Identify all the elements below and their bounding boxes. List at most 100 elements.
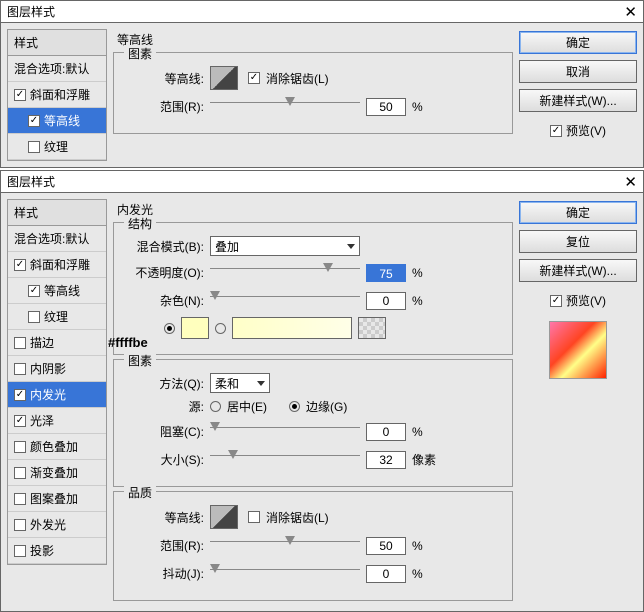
blendmode-label: 混合模式(B): — [124, 238, 204, 255]
layer-style-dialog-1: 图层样式 ✕ 样式 混合选项:默认 斜面和浮雕 等高线 纹理 等高线 图素 等高… — [0, 0, 644, 168]
jitter-input[interactable]: 0 — [366, 565, 406, 583]
noise-slider[interactable] — [210, 296, 360, 312]
group-legend: 图素 — [124, 45, 156, 62]
checkbox-icon[interactable] — [14, 493, 26, 505]
antialias-checkbox[interactable] — [248, 511, 260, 523]
contour-label: 等高线: — [124, 70, 204, 87]
contour-swatch[interactable] — [210, 505, 238, 529]
style-inner-shadow[interactable]: 内阴影 — [8, 356, 106, 382]
checkbox-icon[interactable] — [14, 259, 26, 271]
size-slider[interactable] — [210, 455, 360, 471]
choke-label: 阻塞(C): — [124, 423, 204, 440]
checkbox-icon[interactable] — [14, 545, 26, 557]
style-gradient-overlay[interactable]: 渐变叠加 — [8, 460, 106, 486]
style-stroke[interactable]: 描边 — [8, 330, 106, 356]
style-bevel[interactable]: 斜面和浮雕 — [8, 82, 106, 108]
checkbox-icon[interactable] — [28, 141, 40, 153]
preview-checkbox[interactable] — [550, 125, 562, 137]
unit-px: 像素 — [412, 451, 438, 468]
section-title: 内发光 — [117, 201, 513, 218]
color-swatch[interactable] — [181, 317, 209, 339]
style-contour[interactable]: 等高线 — [8, 278, 106, 304]
checkbox-icon[interactable] — [14, 415, 26, 427]
titlebar: 图层样式 ✕ — [1, 171, 643, 193]
blend-options-row[interactable]: 混合选项:默认 — [8, 56, 106, 82]
structure-group: 结构 混合模式(B): 叠加 不透明度(O): 75 % 杂色(N): 0 % — [113, 222, 513, 355]
ok-button[interactable]: 确定 — [519, 31, 637, 54]
ok-button[interactable]: 确定 — [519, 201, 637, 224]
opacity-input[interactable]: 75 — [366, 264, 406, 282]
source-center-radio[interactable] — [210, 401, 221, 412]
jitter-slider[interactable] — [210, 569, 360, 585]
close-icon[interactable]: ✕ — [624, 173, 637, 191]
range-input[interactable]: 50 — [366, 98, 406, 116]
checkbox-icon[interactable] — [14, 389, 26, 401]
opacity-slider[interactable] — [210, 268, 360, 284]
dialog-title: 图层样式 — [7, 3, 55, 20]
unit-percent: % — [412, 425, 438, 439]
gradient-swatch[interactable] — [232, 317, 352, 339]
preview-thumbnail — [549, 321, 607, 379]
range-label: 范围(R): — [124, 98, 204, 115]
unit-percent: % — [412, 266, 438, 280]
range-input[interactable]: 50 — [366, 537, 406, 555]
method-dropdown[interactable]: 柔和 — [210, 373, 270, 393]
source-center-label: 居中(E) — [227, 398, 267, 415]
styles-header: 样式 — [8, 200, 106, 226]
noise-input[interactable]: 0 — [366, 292, 406, 310]
color-radio[interactable] — [164, 323, 175, 334]
cancel-button[interactable]: 取消 — [519, 60, 637, 83]
style-texture[interactable]: 纹理 — [8, 304, 106, 330]
choke-slider[interactable] — [210, 427, 360, 443]
blendmode-dropdown[interactable]: 叠加 — [210, 236, 360, 256]
section-title: 等高线 — [117, 31, 513, 48]
elements-group: 图素 等高线: 消除锯齿(L) 范围(R): 50 % — [113, 52, 513, 134]
checkbox-icon[interactable] — [14, 441, 26, 453]
style-satin[interactable]: 光泽 — [8, 408, 106, 434]
titlebar: 图层样式 ✕ — [1, 1, 643, 23]
opacity-label: 不透明度(O): — [124, 264, 204, 281]
close-icon[interactable]: ✕ — [624, 3, 637, 21]
checkbox-icon[interactable] — [14, 363, 26, 375]
gradient-radio[interactable] — [215, 323, 226, 334]
preview-label: 预览(V) — [566, 292, 606, 309]
reset-button[interactable]: 复位 — [519, 230, 637, 253]
size-input[interactable]: 32 — [366, 451, 406, 469]
blend-options-row[interactable]: 混合选项:默认 — [8, 226, 106, 252]
checkbox-icon[interactable] — [14, 89, 26, 101]
range-slider[interactable] — [210, 102, 360, 118]
preview-checkbox[interactable] — [550, 295, 562, 307]
contour-swatch[interactable] — [210, 66, 238, 90]
style-texture[interactable]: 纹理 — [8, 134, 106, 160]
checkbox-icon[interactable] — [14, 337, 26, 349]
checkbox-icon[interactable] — [14, 467, 26, 479]
new-style-button[interactable]: 新建样式(W)... — [519, 89, 637, 112]
method-label: 方法(Q): — [124, 375, 204, 392]
unit-percent: % — [412, 539, 438, 553]
settings-panel: 等高线 图素 等高线: 消除锯齿(L) 范围(R): 50 % — [113, 29, 513, 138]
transparency-preview — [358, 317, 386, 339]
jitter-label: 抖动(J): — [124, 565, 204, 582]
style-drop-shadow[interactable]: 投影 — [8, 538, 106, 564]
checkbox-icon[interactable] — [28, 285, 40, 297]
checkbox-icon[interactable] — [14, 519, 26, 531]
style-color-overlay[interactable]: 颜色叠加 — [8, 434, 106, 460]
style-outer-glow[interactable]: 外发光 — [8, 512, 106, 538]
settings-panel: 内发光 结构 混合模式(B): 叠加 不透明度(O): 75 % 杂色(N): … — [113, 199, 513, 605]
style-bevel[interactable]: 斜面和浮雕 — [8, 252, 106, 278]
checkbox-icon[interactable] — [28, 115, 40, 127]
checkbox-icon[interactable] — [28, 311, 40, 323]
range-slider[interactable] — [210, 541, 360, 557]
style-pattern-overlay[interactable]: 图案叠加 — [8, 486, 106, 512]
style-contour[interactable]: 等高线 — [8, 108, 106, 134]
dialog-title: 图层样式 — [7, 173, 55, 190]
group-legend: 图素 — [124, 352, 156, 369]
choke-input[interactable]: 0 — [366, 423, 406, 441]
style-inner-glow[interactable]: 内发光 — [8, 382, 106, 408]
range-label: 范围(R): — [124, 537, 204, 554]
antialias-checkbox[interactable] — [248, 72, 260, 84]
antialias-label: 消除锯齿(L) — [266, 509, 329, 526]
unit-percent: % — [412, 100, 438, 114]
new-style-button[interactable]: 新建样式(W)... — [519, 259, 637, 282]
source-edge-radio[interactable] — [289, 401, 300, 412]
